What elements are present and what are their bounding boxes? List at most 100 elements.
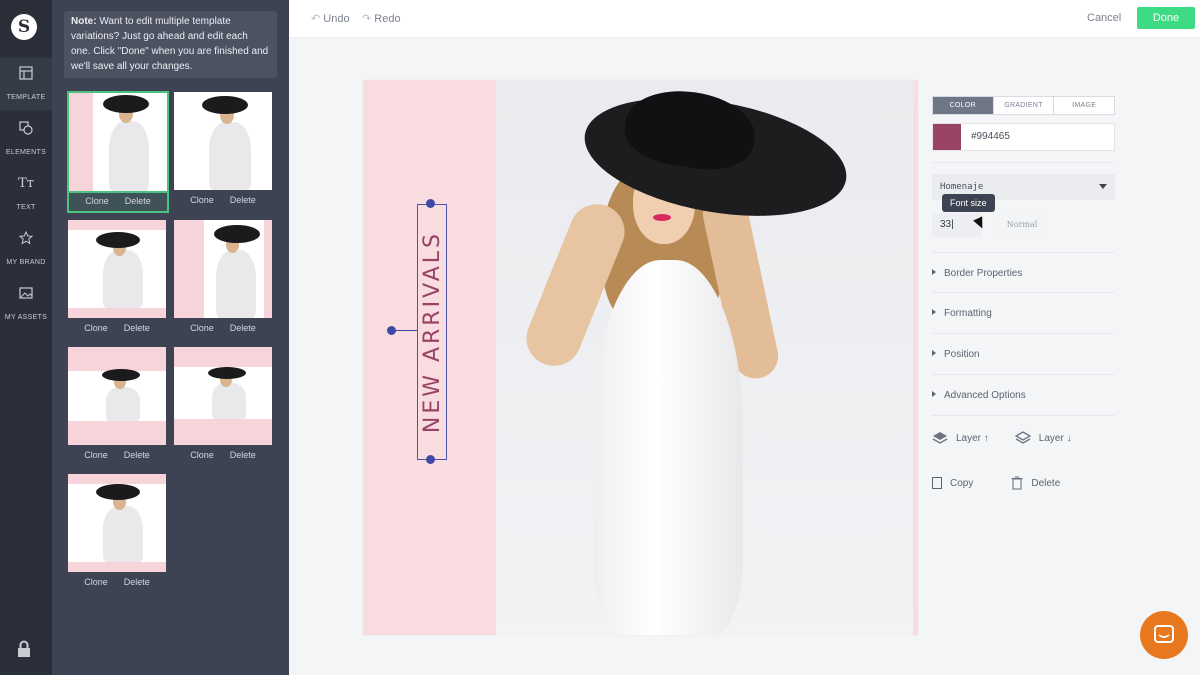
rail-item-my-brand[interactable]: MY BRAND — [0, 223, 52, 275]
rail-item-elements[interactable]: ELEMENTS — [0, 113, 52, 165]
rail-label: TEMPLATE — [6, 94, 46, 101]
font-family-value: Homenaje — [940, 182, 984, 192]
layer-down-button[interactable]: Layer ↓ — [1014, 431, 1072, 445]
section-formatting[interactable]: Formatting — [932, 293, 1115, 334]
redo-button[interactable]: ↷ Redo — [362, 12, 401, 25]
trash-icon — [1011, 476, 1023, 490]
delete-button[interactable]: Delete — [124, 323, 150, 333]
template-thumbnail[interactable]: Clone Delete — [68, 347, 166, 465]
resize-handle-bottom[interactable] — [426, 455, 435, 464]
section-border-properties[interactable]: Border Properties — [932, 252, 1115, 293]
properties-panel: COLOR GRADIENT IMAGE #994465 Homenaje Fo… — [932, 96, 1115, 490]
cancel-button[interactable]: Cancel — [1087, 12, 1121, 24]
clone-button[interactable]: Clone — [190, 195, 214, 205]
font-weight-select[interactable]: Normal — [997, 213, 1047, 237]
font-size-row: 33| Normal — [932, 213, 1047, 237]
thumbnail-image[interactable] — [174, 347, 272, 445]
clone-button[interactable]: Clone — [84, 323, 108, 333]
template-thumbnail[interactable]: Clone Delete — [67, 91, 169, 213]
layer-down-label: Layer ↓ — [1038, 432, 1072, 444]
template-thumbnail[interactable]: Clone Delete — [174, 92, 272, 210]
undo-button[interactable]: ↶ Undo — [311, 12, 350, 25]
caret-right-icon — [932, 269, 936, 275]
section-label: Border Properties — [944, 268, 1023, 279]
lock-icon[interactable] — [16, 640, 32, 663]
note-label: Note: — [71, 16, 97, 27]
divider — [932, 162, 1115, 163]
thumbnail-image[interactable] — [174, 220, 272, 318]
template-thumbnail[interactable]: Clone Delete — [68, 474, 166, 592]
tab-gradient[interactable]: GRADIENT — [992, 97, 1055, 114]
tab-image[interactable]: IMAGE — [1054, 97, 1115, 114]
delete-button[interactable]: Delete — [230, 195, 256, 205]
star-icon — [18, 230, 34, 247]
clone-button[interactable]: Clone — [85, 196, 109, 206]
note-text: Want to edit multiple template variation… — [71, 16, 269, 72]
clone-button[interactable]: Clone — [190, 323, 214, 333]
delete-button[interactable]: Delete — [124, 450, 150, 460]
rotate-handle[interactable] — [387, 326, 396, 335]
thumbnail-image[interactable] — [68, 474, 166, 572]
thumbnail-image[interactable] — [174, 92, 272, 190]
rail-item-my-assets[interactable]: MY ASSETS — [0, 278, 52, 330]
model-photo[interactable] — [496, 80, 913, 635]
headline-text-box[interactable]: NEW ARRIVALS — [417, 204, 447, 460]
headline-text[interactable]: NEW ARRIVALS — [420, 231, 445, 433]
chat-support-button[interactable] — [1140, 611, 1188, 659]
thumbnail-actions: Clone Delete — [174, 318, 272, 338]
done-button[interactable]: Done — [1137, 7, 1195, 29]
text-icon: Tт — [18, 176, 34, 191]
layer-up-button[interactable]: Layer ↑ — [932, 431, 989, 445]
template-thumbnail[interactable]: Clone Delete — [174, 220, 272, 338]
note-box: Note: Want to edit multiple template var… — [64, 11, 277, 78]
font-size-tooltip: Font size — [942, 194, 995, 212]
delete-button[interactable]: Delete — [125, 196, 151, 206]
section-advanced-options[interactable]: Advanced Options — [932, 375, 1115, 416]
thumbnail-actions: Clone Delete — [174, 445, 272, 465]
redo-label: Redo — [374, 13, 401, 25]
font-size-value: 33 — [940, 219, 952, 230]
rail-item-text[interactable]: Tт TEXT — [0, 168, 52, 220]
caret-right-icon — [932, 350, 936, 356]
tab-color[interactable]: COLOR — [933, 97, 993, 114]
object-actions: Copy Delete — [932, 476, 1060, 490]
thumbnail-image[interactable] — [68, 220, 166, 318]
design-canvas[interactable]: NEW ARRIVALS — [363, 80, 918, 635]
section-label: Advanced Options — [944, 390, 1026, 401]
color-swatch[interactable] — [933, 124, 961, 150]
copy-button[interactable]: Copy — [932, 476, 973, 490]
color-hex-value[interactable]: #994465 — [961, 124, 1010, 150]
undo-icon: ↶ — [311, 13, 321, 25]
thumbnail-actions: Clone Delete — [68, 318, 166, 338]
rail-label: MY BRAND — [6, 259, 46, 266]
color-field[interactable]: #994465 — [932, 123, 1115, 151]
thumbnail-image[interactable] — [67, 91, 169, 193]
rail-label: MY ASSETS — [4, 314, 48, 321]
image-icon — [18, 286, 34, 302]
delete-button[interactable]: Delete — [230, 450, 256, 460]
clone-button[interactable]: Clone — [190, 450, 214, 460]
app-logo[interactable]: S — [11, 14, 37, 40]
delete-button[interactable]: Delete — [230, 323, 256, 333]
clone-button[interactable]: Clone — [84, 577, 108, 587]
section-label: Formatting — [944, 308, 992, 319]
template-thumbnail[interactable]: Clone Delete — [174, 347, 272, 465]
resize-handle-top[interactable] — [426, 199, 435, 208]
thumbnail-actions: Clone Delete — [68, 572, 166, 592]
delete-element-button[interactable]: Delete — [1011, 476, 1060, 490]
layers-icon — [932, 432, 948, 444]
thumbnail-image[interactable] — [68, 347, 166, 445]
clone-button[interactable]: Clone — [84, 450, 108, 460]
section-position[interactable]: Position — [932, 334, 1115, 375]
template-thumbnail[interactable]: Clone Delete — [68, 220, 166, 338]
rail-item-template[interactable]: TEMPLATE — [0, 58, 52, 110]
layers-icon — [1014, 431, 1031, 444]
delete-button[interactable]: Delete — [124, 577, 150, 587]
mouse-cursor-icon — [973, 216, 987, 231]
rail-label: TEXT — [16, 204, 36, 211]
font-size-input[interactable]: 33| — [932, 213, 987, 237]
thumbnail-actions: Clone Delete — [68, 445, 166, 465]
template-icon — [18, 66, 34, 82]
delete-label: Delete — [1031, 477, 1061, 489]
redo-icon: ↷ — [362, 13, 372, 25]
